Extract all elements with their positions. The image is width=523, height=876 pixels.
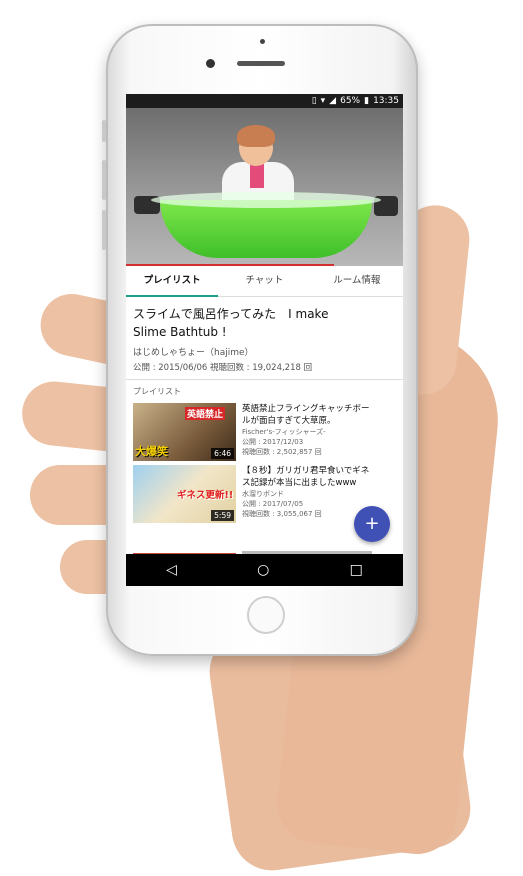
video-duration: 5:59 (211, 510, 234, 521)
volume-up-button (102, 160, 106, 200)
status-bar: ▯ ▾ ◢ 65% ▮ 13:35 (126, 94, 403, 108)
slime-tub (160, 200, 372, 258)
home-icon[interactable]: ○ (257, 562, 269, 578)
signal-icon: ◢ (329, 96, 337, 106)
playlist-item-channel: Fischer's-フィッシャーズ- (242, 428, 326, 436)
playlist-item-title-line: ルが面白すぎて大草原。 (242, 416, 336, 426)
mute-switch (102, 120, 106, 142)
video-meta: 公開 : 2015/06/06 視聴回数 : 19,024,218 回 (133, 363, 313, 373)
add-button[interactable]: + (354, 506, 390, 542)
playlist-item-published: 公開 : 2017/07/05 (242, 500, 304, 508)
playlist-item-title-line: 【８秒】ガリガリ君早食いでギネ (242, 466, 370, 476)
playlist-item-channel: 水溜りボンド (242, 490, 284, 498)
thumbnail-caption: 大爆笑 (135, 445, 168, 458)
battery-percent: 65% (340, 96, 361, 106)
person-hair (237, 125, 275, 147)
video-title: スライムで風呂作ってみた I make Slime Bathtub ! (133, 305, 396, 341)
tab-playlist[interactable]: プレイリスト (126, 266, 218, 296)
volume-down-button (102, 210, 106, 250)
playlist-item-views: 視聴回数 : 2,502,857 回 (242, 448, 322, 456)
playlist-item-title-line: 英語禁止フライングキャッチボー (242, 404, 370, 414)
proximity-sensor (260, 39, 265, 44)
thumbnail-caption: ギネス更新!! (177, 490, 234, 501)
clock: 13:35 (373, 96, 399, 106)
playlist-item-title: 【８秒】ガリガリ君早食いでギネ ス記録が本当に出ましたwww (242, 465, 369, 489)
playlist-item-text: 英語禁止フライングキャッチボー ルが面白すぎて大草原。 Fischer's-フィ… (242, 403, 370, 457)
playlist-header: プレイリスト (133, 387, 181, 396)
video-thumbnail[interactable]: 英語禁止 大爆笑 6:46 (133, 403, 236, 461)
video-info: スライムで風呂作ってみた I make Slime Bathtub ! はじめし… (126, 297, 403, 380)
android-nav-bar: ◁ ○ □ (126, 554, 403, 586)
phone-device: ▯ ▾ ◢ 65% ▮ 13:35 プレイリスト チャット ルーム情報 スライム… (102, 24, 418, 656)
app-screen: ▯ ▾ ◢ 65% ▮ 13:35 プレイリスト チャット ルーム情報 スライム… (126, 94, 403, 586)
playlist-item-published: 公開 : 2017/12/03 (242, 438, 304, 446)
video-thumbnail[interactable]: ギネス更新!! 5:59 (133, 465, 236, 523)
home-button[interactable] (247, 596, 285, 634)
tab-room-info[interactable]: ルーム情報 (311, 266, 403, 296)
active-tab-indicator (126, 295, 218, 297)
thumbnail-caption: 英語禁止 (185, 407, 226, 420)
slime-tub-rim (151, 192, 381, 208)
battery-icon: ▮ (364, 96, 370, 106)
playlist-item-views: 視聴回数 : 3,055,067 回 (242, 510, 322, 518)
playlist-item-title: 英語禁止フライングキャッチボー ルが面白すぎて大草原。 (242, 403, 370, 427)
vibrate-icon: ▯ (311, 96, 317, 106)
playlist-item-text: 【８秒】ガリガリ君早食いでギネ ス記録が本当に出ましたwww 水溜りボンド 公開… (242, 465, 369, 519)
video-title-line: スライムで風呂作ってみた I make (133, 307, 329, 321)
video-duration: 6:46 (211, 448, 234, 459)
playlist-item-title-line: ス記録が本当に出ましたwww (242, 478, 357, 488)
video-title-line: Slime Bathtub ! (133, 325, 227, 339)
front-camera (206, 59, 215, 68)
recents-icon[interactable]: □ (350, 562, 363, 578)
playlist-item[interactable]: 英語禁止 大爆笑 6:46 英語禁止フライングキャッチボー ルが面白すぎて大草原… (126, 401, 403, 463)
channel-name[interactable]: はじめしゃちょー（hajime） (133, 345, 396, 358)
wifi-icon: ▾ (320, 96, 326, 106)
plus-icon: + (364, 513, 380, 534)
back-icon[interactable]: ◁ (166, 562, 177, 578)
tab-bar: プレイリスト チャット ルーム情報 (126, 266, 403, 297)
video-player[interactable] (126, 108, 403, 266)
earpiece-speaker (237, 61, 285, 66)
tab-chat[interactable]: チャット (218, 266, 310, 296)
